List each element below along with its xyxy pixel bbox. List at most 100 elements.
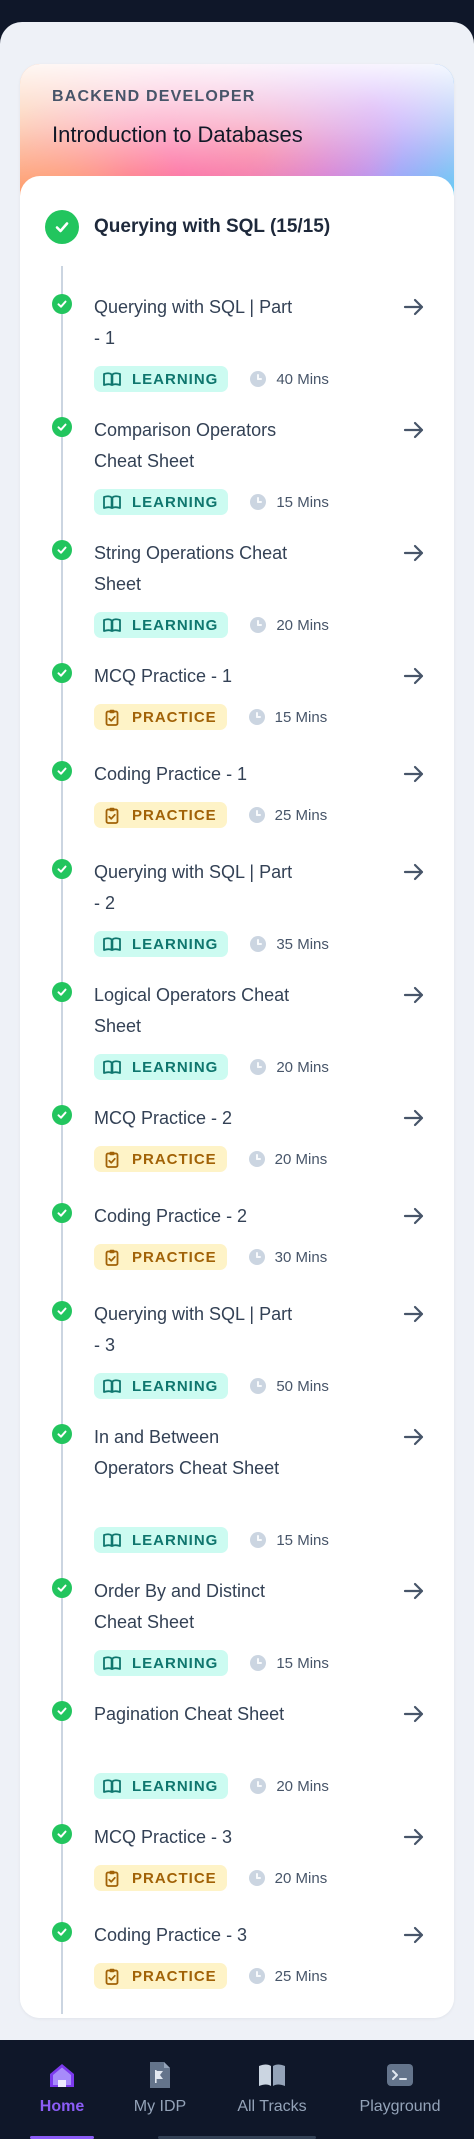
clipboard-check-icon bbox=[102, 1248, 122, 1266]
completed-check-icon bbox=[52, 417, 72, 437]
topic-type-label: LEARNING bbox=[132, 493, 219, 511]
clock-icon bbox=[248, 1968, 265, 1984]
page-sheet: BACKEND DEVELOPER Introduction to Databa… bbox=[0, 22, 474, 2040]
topic-type-label: PRACTICE bbox=[132, 1869, 217, 1887]
arrow-right-icon[interactable] bbox=[402, 860, 426, 884]
arrow-right-icon[interactable] bbox=[402, 1702, 426, 1726]
topic-type-badge: PRACTICE bbox=[94, 1146, 227, 1172]
clock-icon bbox=[248, 807, 265, 823]
arrow-right-icon[interactable] bbox=[402, 1825, 426, 1849]
arrow-right-icon[interactable] bbox=[402, 295, 426, 319]
nav-home[interactable]: Home bbox=[22, 2040, 102, 2139]
arrow-right-icon[interactable] bbox=[402, 1106, 426, 1130]
topic-duration: 20 Mins bbox=[276, 616, 329, 634]
topic-list-panel: Querying with SQL (15/15) Querying with … bbox=[20, 176, 454, 2018]
book-icon bbox=[102, 1654, 122, 1672]
arrow-right-icon[interactable] bbox=[402, 1302, 426, 1326]
arrow-right-icon[interactable] bbox=[402, 762, 426, 786]
topic-title[interactable]: MCQ Practice - 3 bbox=[94, 1822, 294, 1853]
topic-title[interactable]: Coding Practice - 2 bbox=[94, 1201, 294, 1232]
clipboard-check-icon bbox=[102, 1150, 122, 1168]
arrow-right-icon[interactable] bbox=[402, 1579, 426, 1603]
topic-type-label: PRACTICE bbox=[132, 1248, 217, 1266]
completed-check-icon bbox=[52, 663, 72, 683]
topic-duration: 25 Mins bbox=[274, 1967, 328, 1985]
clipboard-check-icon bbox=[102, 1869, 122, 1887]
topic-type-badge: PRACTICE bbox=[94, 1963, 227, 1989]
topic-title[interactable]: Coding Practice - 1 bbox=[94, 759, 294, 790]
topic-duration: 20 Mins bbox=[276, 1058, 329, 1076]
clock-icon bbox=[248, 709, 265, 725]
section-title[interactable]: Querying with SQL (15/15) bbox=[94, 216, 330, 238]
clock-icon bbox=[250, 1059, 267, 1075]
topic-meta: PRACTICE 25 Mins bbox=[94, 1963, 327, 1989]
book-icon bbox=[102, 935, 122, 953]
topic-meta: LEARNING 15 Mins bbox=[94, 489, 329, 515]
nav-playground[interactable]: Playground bbox=[350, 2040, 450, 2139]
clock-icon bbox=[250, 1778, 267, 1794]
clock-icon bbox=[248, 1870, 265, 1886]
topic-type-label: LEARNING bbox=[132, 1531, 219, 1549]
topic-duration: 50 Mins bbox=[276, 1377, 329, 1395]
topic-title[interactable]: Coding Practice - 3 bbox=[94, 1920, 294, 1951]
topic-type-label: LEARNING bbox=[132, 935, 219, 953]
book-icon bbox=[102, 1377, 122, 1395]
clock-icon bbox=[250, 1655, 267, 1671]
topic-meta: LEARNING 40 Mins bbox=[94, 366, 329, 392]
bottom-navigation: Home My IDP All Tracks Playground bbox=[0, 2040, 474, 2139]
arrow-right-icon[interactable] bbox=[402, 1425, 426, 1449]
topic-title[interactable]: Pagination Cheat Sheet bbox=[94, 1699, 294, 1730]
topic-meta: PRACTICE 30 Mins bbox=[94, 1244, 327, 1270]
topic-duration: 15 Mins bbox=[276, 1531, 329, 1549]
completed-check-icon bbox=[52, 540, 72, 560]
completed-check-icon bbox=[52, 1203, 72, 1223]
arrow-right-icon[interactable] bbox=[402, 1923, 426, 1947]
topic-title[interactable]: In and Between Operators Cheat Sheet bbox=[94, 1422, 294, 1484]
topic-type-badge: LEARNING bbox=[94, 1054, 229, 1080]
topic-duration: 15 Mins bbox=[276, 1654, 329, 1672]
topic-duration: 20 Mins bbox=[276, 1777, 329, 1795]
topic-title[interactable]: MCQ Practice - 2 bbox=[94, 1103, 294, 1134]
completed-check-icon bbox=[52, 1424, 72, 1444]
completed-check-icon bbox=[52, 1105, 72, 1125]
completed-check-icon bbox=[52, 1578, 72, 1598]
arrow-right-icon[interactable] bbox=[402, 541, 426, 565]
topic-title[interactable]: Querying with SQL | Part - 1 bbox=[94, 292, 294, 354]
topic-title[interactable]: Comparison Operators Cheat Sheet bbox=[94, 415, 294, 477]
nav-all-tracks-label: All Tracks bbox=[237, 2098, 307, 2115]
topic-type-label: PRACTICE bbox=[132, 1967, 217, 1985]
topic-type-label: LEARNING bbox=[132, 1058, 219, 1076]
topic-title[interactable]: MCQ Practice - 1 bbox=[94, 661, 294, 692]
arrow-right-icon[interactable] bbox=[402, 418, 426, 442]
topic-type-label: PRACTICE bbox=[132, 806, 217, 824]
clock-icon bbox=[250, 1378, 267, 1394]
topic-type-badge: PRACTICE bbox=[94, 1865, 227, 1891]
topic-title[interactable]: Order By and Distinct Cheat Sheet bbox=[94, 1576, 294, 1638]
topic-title[interactable]: String Operations Cheat Sheet bbox=[94, 538, 294, 600]
nav-my-idp[interactable]: My IDP bbox=[120, 2040, 200, 2139]
topic-type-badge: LEARNING bbox=[94, 612, 229, 638]
home-icon bbox=[47, 2060, 77, 2090]
completed-check-icon bbox=[52, 1701, 72, 1721]
nav-all-tracks[interactable]: All Tracks bbox=[222, 2040, 322, 2139]
topic-title[interactable]: Querying with SQL | Part - 3 bbox=[94, 1299, 294, 1361]
completed-check-icon bbox=[52, 294, 72, 314]
topic-type-label: LEARNING bbox=[132, 370, 219, 388]
topic-type-label: LEARNING bbox=[132, 1777, 219, 1795]
topic-type-label: LEARNING bbox=[132, 1654, 219, 1672]
completed-check-icon bbox=[52, 1301, 72, 1321]
course-title: Introduction to Databases bbox=[52, 122, 303, 147]
topic-duration: 30 Mins bbox=[274, 1248, 328, 1266]
arrow-right-icon[interactable] bbox=[402, 983, 426, 1007]
book-icon bbox=[102, 1777, 122, 1795]
book-icon bbox=[102, 1058, 122, 1076]
arrow-right-icon[interactable] bbox=[402, 664, 426, 688]
topic-title[interactable]: Logical Operators Cheat Sheet bbox=[94, 980, 294, 1042]
topic-duration: 40 Mins bbox=[276, 370, 329, 388]
clock-icon bbox=[248, 1151, 265, 1167]
arrow-right-icon[interactable] bbox=[402, 1204, 426, 1228]
topic-type-badge: LEARNING bbox=[94, 366, 229, 392]
topic-title[interactable]: Querying with SQL | Part - 2 bbox=[94, 857, 294, 919]
topic-type-label: LEARNING bbox=[132, 1377, 219, 1395]
book-icon bbox=[102, 370, 122, 388]
